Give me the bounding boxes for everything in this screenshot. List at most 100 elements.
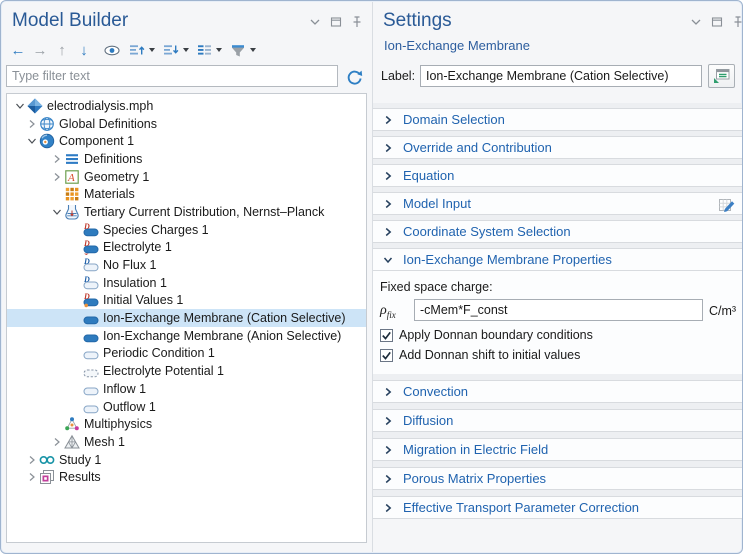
tree-item-label: Tertiary Current Distribution, Nernst–Pl… [84, 205, 324, 219]
tree-item-label: Mesh 1 [84, 435, 125, 449]
section-label: Domain Selection [403, 112, 505, 127]
section-porous-matrix-properties[interactable]: Porous Matrix Properties [373, 467, 743, 490]
tree-item-ion-exchange-membrane-cation-selective[interactable]: Ion-Exchange Membrane (Cation Selective) [7, 309, 366, 327]
section-chevron-icon[interactable] [380, 416, 396, 426]
section-chevron-icon[interactable] [380, 445, 396, 455]
model-builder-float-window-icon[interactable] [329, 15, 343, 29]
expand-list-button[interactable] [129, 39, 155, 61]
section-chevron-icon[interactable] [380, 199, 396, 209]
section-label: Coordinate System Selection [403, 224, 571, 239]
tree-item-outflow-1[interactable]: Outflow 1 [7, 398, 366, 416]
dropdown-caret-icon[interactable] [216, 48, 222, 52]
section-chevron-icon[interactable] [380, 474, 396, 484]
pill-dashed-icon [82, 363, 99, 379]
tree-item-definitions[interactable]: Definitions [7, 150, 366, 168]
tree-expand-chevron-icon[interactable] [25, 472, 38, 482]
show-eye-button[interactable] [103, 39, 121, 61]
tree-item-electrodialysis-mph[interactable]: electrodialysis.mph [7, 97, 366, 115]
section-label: Model Input [403, 196, 471, 211]
tree-item-insulation-1[interactable]: D Insulation 1 [7, 274, 366, 292]
tree-expand-chevron-icon[interactable] [50, 154, 63, 164]
tree-item-label: Global Definitions [59, 117, 157, 131]
section-chevron-icon[interactable] [380, 227, 396, 237]
tree-item-label: Insulation 1 [103, 276, 167, 290]
tree-item-electrolyte-potential-1[interactable]: Electrolyte Potential 1 [7, 362, 366, 380]
label-input[interactable] [420, 65, 702, 87]
section-label: Diffusion [403, 413, 453, 428]
tree-item-label: electrodialysis.mph [47, 99, 153, 113]
forward-arrow-icon[interactable]: → [29, 39, 51, 61]
pill-outline-icon [82, 381, 99, 397]
section-chevron-icon[interactable] [380, 503, 396, 513]
tree-item-no-flux-1[interactable]: DNo Flux 1 [7, 256, 366, 274]
tree-expand-chevron-icon[interactable] [25, 455, 38, 465]
svg-text:D: D [83, 275, 90, 284]
model-builder-collapse-chevron-icon[interactable] [308, 15, 322, 29]
tree-item-species-charges-1[interactable]: DSpecies Charges 1 [7, 221, 366, 239]
section-override-and-contribution[interactable]: Override and Contribution [373, 136, 743, 159]
tree-item-periodic-condition-1[interactable]: Periodic Condition 1 [7, 345, 366, 363]
pill-outline-d-icon: D [82, 275, 99, 291]
tree-item-inflow-1[interactable]: Inflow 1 [7, 380, 366, 398]
tree-item-label: No Flux 1 [103, 258, 157, 272]
section-chevron-icon[interactable] [380, 115, 396, 125]
section-equation[interactable]: Equation [373, 164, 743, 187]
tree-item-label: Inflow 1 [103, 382, 146, 396]
tree-item-tertiary-current-distribution-nernst-planck[interactable]: Tertiary Current Distribution, Nernst–Pl… [7, 203, 366, 221]
tree-item-initial-values-1[interactable]: DInitial Values 1 [7, 292, 366, 310]
dropdown-caret-icon[interactable] [149, 48, 155, 52]
edit-table-pencil-icon[interactable] [718, 196, 736, 217]
section-chevron-icon[interactable] [380, 171, 396, 181]
fixed-space-charge-input[interactable] [414, 299, 703, 321]
rename-button[interactable] [708, 64, 735, 88]
dropdown-caret-icon[interactable] [183, 48, 189, 52]
tree-item-mesh-1[interactable]: Mesh 1 [7, 433, 366, 451]
tree-expand-chevron-icon[interactable] [50, 437, 63, 447]
tree-item-global-definitions[interactable]: Global Definitions [7, 115, 366, 133]
tree-item-geometry-1[interactable]: AGeometry 1 [7, 168, 366, 186]
section-model-input[interactable]: Model Input [373, 192, 743, 215]
section-effective-transport-parameter-correction[interactable]: Effective Transport Parameter Correction [373, 496, 743, 519]
model-builder-pin-icon[interactable] [350, 15, 364, 29]
move-up-arrow-icon[interactable]: ↑ [51, 39, 73, 61]
tree-item-results[interactable]: Results [7, 468, 366, 486]
move-down-arrow-icon[interactable]: ↓ [73, 39, 95, 61]
tree-item-component-1[interactable]: Component 1 [7, 132, 366, 150]
settings-pin-icon[interactable] [731, 15, 743, 29]
section-chevron-icon[interactable] [380, 143, 396, 153]
tree-item-multiphysics[interactable]: Multiphysics [7, 415, 366, 433]
tree-collapse-chevron-icon[interactable] [13, 101, 26, 111]
filter-input[interactable] [6, 65, 338, 87]
section-content-ion-exchange-membrane-properties: Fixed space charge:ρfixC/m³Apply Donnan … [373, 271, 743, 374]
checkbox-add-donnan-shift-to-initial-values[interactable] [380, 349, 393, 362]
back-arrow-icon[interactable]: ← [7, 39, 29, 61]
section-chevron-icon[interactable] [380, 255, 396, 265]
section-diffusion[interactable]: Diffusion [373, 409, 743, 432]
dropdown-caret-icon[interactable] [250, 48, 256, 52]
tree-collapse-chevron-icon[interactable] [50, 207, 63, 217]
node-label-display-button[interactable] [197, 39, 222, 61]
section-chevron-icon[interactable] [380, 387, 396, 397]
tree-expand-chevron-icon[interactable] [25, 119, 38, 129]
refresh-icon[interactable] [344, 67, 364, 87]
tree-item-label: Species Charges 1 [103, 223, 209, 237]
study-icon [38, 452, 55, 468]
tree-collapse-chevron-icon[interactable] [25, 136, 38, 146]
section-migration-in-electric-field[interactable]: Migration in Electric Field [373, 438, 743, 461]
tree-item-label: Ion-Exchange Membrane (Cation Selective) [103, 311, 345, 325]
settings-collapse-chevron-icon[interactable] [689, 15, 703, 29]
tree-item-electrolyte-1[interactable]: DElectrolyte 1 [7, 239, 366, 257]
settings-float-window-icon[interactable] [710, 15, 724, 29]
collapse-list-button[interactable] [163, 39, 189, 61]
section-coordinate-system-selection[interactable]: Coordinate System Selection [373, 220, 743, 243]
tree-item-materials[interactable]: Materials [7, 185, 366, 203]
checkbox-apply-donnan-boundary-conditions[interactable] [380, 329, 393, 342]
section-convection[interactable]: Convection [373, 380, 743, 403]
filter-funnel-button[interactable] [230, 39, 256, 61]
section-domain-selection[interactable]: Domain Selection [373, 108, 743, 131]
tree-item-label: Outflow 1 [103, 400, 156, 414]
section-ion-exchange-membrane-properties[interactable]: Ion-Exchange Membrane Properties [373, 248, 743, 271]
tree-expand-chevron-icon[interactable] [50, 172, 63, 182]
tree-item-ion-exchange-membrane-anion-selective[interactable]: Ion-Exchange Membrane (Anion Selective) [7, 327, 366, 345]
tree-item-study-1[interactable]: Study 1 [7, 451, 366, 469]
